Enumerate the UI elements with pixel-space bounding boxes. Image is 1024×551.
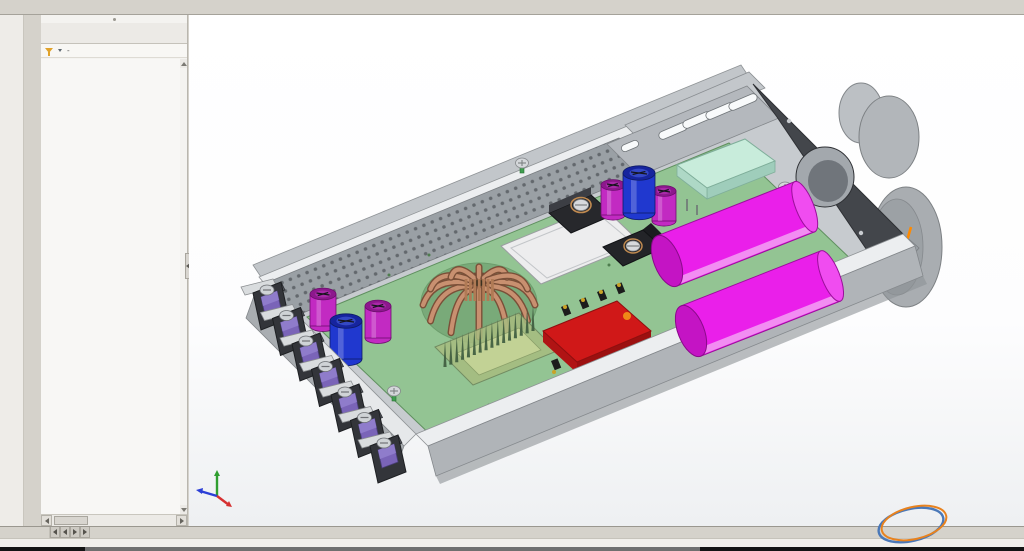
chevron-down-icon: [58, 49, 62, 52]
tab-scroll-first[interactable]: [50, 527, 60, 538]
model-tabs-bar: [0, 526, 1024, 538]
capacitor-a2[interactable]: [622, 165, 656, 221]
featuremanager-panel: -: [41, 15, 188, 526]
terminal-block[interactable]: [357, 431, 407, 484]
assembly-3d-view[interactable]: [189, 15, 1024, 526]
tree-scroll-down[interactable]: [180, 505, 187, 514]
orientation-triad: [196, 470, 232, 507]
capacitor-c1[interactable]: [364, 299, 392, 344]
filter-funnel-icon: [45, 48, 53, 56]
tab-scroll-prev[interactable]: [60, 527, 70, 538]
capacitor-b2[interactable]: [600, 179, 626, 221]
solidworks-window: -: [0, 0, 1024, 551]
scrollbar-thumb[interactable]: [54, 516, 88, 525]
feature-tree: [41, 59, 180, 514]
status-bar: [0, 538, 1024, 547]
panel-drag-handle[interactable]: [41, 15, 187, 23]
tree-scroll-up[interactable]: [180, 59, 187, 68]
taskbar-strip: [0, 547, 1024, 551]
tab-scroll-next[interactable]: [70, 527, 80, 538]
scroll-left-button[interactable]: [41, 515, 52, 526]
tab-scroll-last[interactable]: [80, 527, 90, 538]
scroll-right-button[interactable]: [176, 515, 187, 526]
scrollbar-track[interactable]: [52, 515, 176, 526]
featuremanager-tabs: [41, 23, 187, 44]
graphics-area[interactable]: [189, 15, 1024, 526]
tree-filter[interactable]: -: [41, 44, 187, 58]
tree-horizontal-scrollbar[interactable]: [41, 514, 187, 526]
left-toolbar: [0, 15, 24, 526]
filter-dash: -: [67, 46, 70, 55]
tabs-spacer: [0, 527, 50, 538]
capacitor-c2[interactable]: [651, 185, 677, 227]
command-tabs-bar: [0, 0, 1024, 15]
